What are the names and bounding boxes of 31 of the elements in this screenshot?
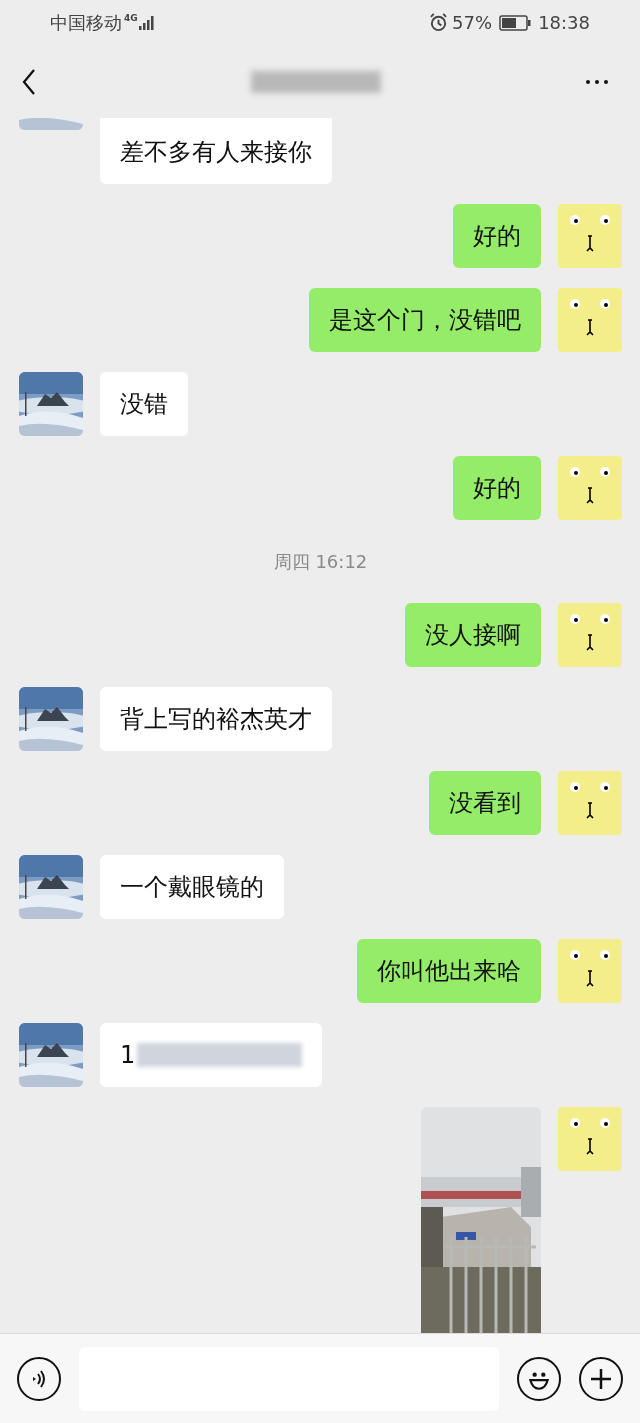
back-icon [22,67,36,96]
message-text: 好的 [473,473,521,504]
message-text: 一个戴眼镜的 [120,872,264,903]
network-type: 4G [124,12,138,25]
avatar-drawing [558,204,622,268]
message-text: 没人接啊 [425,620,521,651]
signal-icon [138,15,155,30]
timestamp: 周四 16:12 [273,550,368,574]
message-text: 你叫他出来哈 [377,956,521,987]
plus-icon [589,1366,613,1391]
message-text: 好的 [473,221,521,252]
clock-time: 18:38 [538,11,590,35]
battery-icon [499,14,532,31]
message-text: 差不多有人来接你 [120,137,312,168]
alarm-icon [429,13,449,32]
message-text: 没错 [120,389,168,420]
avatar-drawing [558,1107,622,1171]
message-text: 1 [120,1040,136,1071]
emoji-button[interactable] [517,1356,561,1401]
carrier-name: 中国移动 [50,11,122,35]
avatar-drawing [558,456,622,520]
message-text: 没看到 [449,788,521,819]
voice-button[interactable] [17,1356,61,1401]
avatar-drawing [558,771,622,835]
message-text: 背上写的裕杰英才 [120,704,312,735]
avatar-drawing [558,603,622,667]
avatar-drawing [558,288,622,352]
avatar-drawing [558,939,622,1003]
battery-percent: 57% [452,11,493,35]
add-button[interactable] [579,1356,623,1401]
message-text: 是这个门，没错吧 [329,305,521,336]
